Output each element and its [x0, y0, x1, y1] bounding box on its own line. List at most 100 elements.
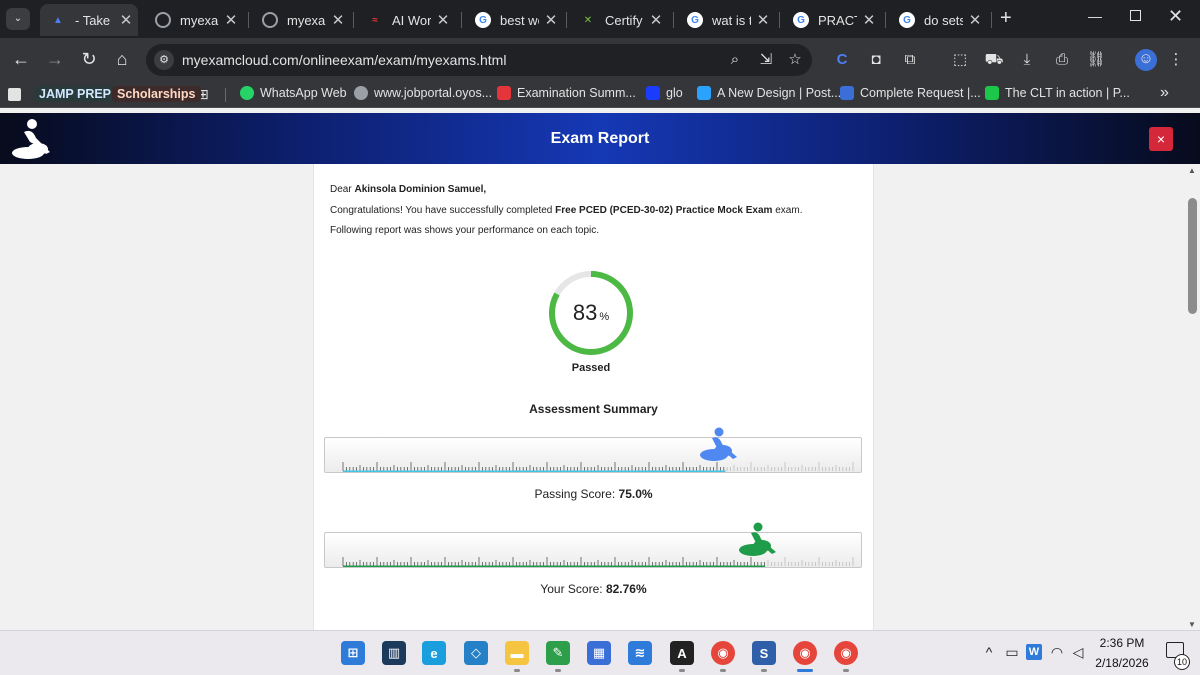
browser-tab[interactable]: G PRACTIS✕ — [783, 4, 881, 36]
tab-close-icon[interactable]: ✕ — [330, 11, 346, 29]
chrome-icon[interactable]: ◉ — [711, 641, 735, 665]
chrome-profile-icon[interactable]: ◉ — [793, 641, 817, 665]
browser-tab[interactable]: ✕ Certify ✕ — [570, 4, 668, 36]
extension-c-icon[interactable]: C — [832, 50, 852, 70]
show-hidden-icons-icon[interactable]: ^ — [981, 644, 997, 660]
restore-button[interactable] — [1130, 10, 1141, 21]
bookmark-item[interactable]: Examination Summ... — [497, 86, 636, 100]
store-icon[interactable]: ▦ — [587, 641, 611, 665]
congrats-prefix: Congratulations! You have successfully c… — [330, 205, 553, 216]
tab-separator — [673, 12, 674, 28]
greeting: Dear Akinsola Dominion Samuel, — [330, 184, 486, 195]
bookmark-favicon-icon — [985, 86, 999, 100]
tab-separator — [248, 12, 249, 28]
tab-title: wat is th — [712, 12, 751, 28]
tab-separator — [885, 12, 886, 28]
tab-title: best we — [500, 12, 539, 28]
screenshot-icon[interactable]: ⬚ — [950, 50, 970, 70]
tab-close-icon[interactable]: ✕ — [435, 11, 451, 29]
browser-tab[interactable]: myexam✕ — [145, 4, 243, 36]
more-bookmarks-button[interactable]: » — [1160, 84, 1169, 102]
tab-close-icon[interactable]: ✕ — [648, 11, 664, 29]
tab-search-button[interactable]: ⌄ — [6, 8, 30, 30]
edge-icon[interactable]: e — [422, 641, 446, 665]
back-icon[interactable]: ← — [10, 49, 32, 69]
volume-icon[interactable]: ◁ — [1070, 644, 1086, 661]
tab-title: myexam — [287, 12, 326, 28]
your-score-label: Your Score: — [540, 582, 603, 596]
profile-avatar-icon[interactable]: ☺ — [1135, 49, 1157, 71]
stack-icon[interactable]: ≋ — [628, 641, 652, 665]
bookmark-item[interactable]: Scholarships — [112, 86, 201, 102]
page-title: Exam Report — [550, 130, 650, 147]
ai-icon: ≈ — [372, 14, 378, 26]
clock-time[interactable]: 2:36 PM — [1098, 636, 1146, 650]
install-app-icon[interactable]: ⇲ — [756, 50, 776, 70]
window-close-button[interactable]: ✕ — [1168, 6, 1183, 27]
score-display: 83% — [546, 300, 636, 326]
vscode-icon[interactable]: ◇ — [464, 641, 488, 665]
tab-close-icon[interactable]: ✕ — [861, 11, 877, 29]
w-app-tray-icon[interactable]: W — [1026, 644, 1042, 660]
scroll-down-icon[interactable]: ▼ — [1188, 620, 1196, 629]
browser-tab[interactable]: ▲ - Take E✕ — [40, 4, 138, 36]
s-app-icon[interactable]: S — [752, 641, 776, 665]
bookmark-item[interactable]: glo — [646, 86, 683, 100]
download-icon[interactable]: ⤓ — [1017, 50, 1037, 70]
forward-icon[interactable]: → — [44, 49, 66, 69]
bookmark-star-icon[interactable]: ☆ — [785, 50, 805, 70]
examcloud-icon: ▲ — [53, 14, 63, 26]
tab-close-icon[interactable]: ✕ — [543, 11, 559, 29]
minimize-button[interactable]: — — [1088, 8, 1102, 24]
link-icon[interactable]: ⛓ — [1086, 50, 1106, 70]
scroll-up-icon[interactable]: ▲ — [1188, 166, 1196, 175]
reload-icon[interactable]: ↻ — [78, 49, 100, 69]
start-icon[interactable]: ⊞ — [341, 641, 365, 665]
bookmark-item[interactable]: WhatsApp Web — [240, 86, 347, 100]
site-info-icon[interactable]: ⚙ — [154, 50, 174, 70]
running-indicator — [555, 669, 561, 672]
zoom-icon[interactable]: ⌕ — [725, 50, 745, 70]
car-icon[interactable]: ⛟ — [984, 50, 1004, 70]
browser-tab[interactable]: Gdo sets ✕ — [889, 4, 987, 36]
bookmark-label: WhatsApp Web — [260, 86, 347, 100]
print-icon[interactable]: ⎙ — [1052, 50, 1072, 70]
bookmark-item[interactable]: The CLT in action | P... — [985, 86, 1130, 100]
tab-close-icon[interactable]: ✕ — [223, 11, 239, 29]
browser-tab[interactable]: Gbest we✕ — [465, 4, 563, 36]
tab-title: do sets — [924, 12, 963, 28]
menu-icon[interactable]: ⋮ — [1166, 50, 1186, 70]
bookmark-item[interactable]: Complete Request |... — [840, 86, 981, 100]
url-text[interactable]: myexamcloud.com/onlineexam/exam/myexams.… — [182, 52, 506, 68]
new-tab-button[interactable]: + — [1000, 7, 1012, 30]
bookmark-item[interactable]: www.jobportal.oyos... — [354, 86, 492, 100]
tab-close-icon[interactable]: ✕ — [755, 11, 771, 29]
extensions-icon[interactable]: ⧉ — [900, 50, 920, 70]
browser-tab[interactable]: Gwat is th✕ — [677, 4, 775, 36]
arc-icon[interactable]: A — [670, 641, 694, 665]
tab-close-icon[interactable]: ✕ — [967, 11, 983, 29]
battery-icon[interactable]: ▭ — [1004, 644, 1020, 661]
tab-close-icon[interactable]: ✕ — [118, 11, 134, 29]
clock-date[interactable]: 2/18/2026 — [1090, 656, 1154, 670]
close-report-button[interactable]: × — [1149, 127, 1173, 151]
file-explorer-icon[interactable]: ▬ — [505, 641, 529, 665]
running-indicator — [679, 669, 685, 672]
bookmark-item[interactable]: JAMP PREP — [34, 86, 117, 102]
apps-icon[interactable] — [8, 88, 21, 101]
score-value: 83 — [572, 300, 598, 325]
browser-tab[interactable]: myexam✕ — [252, 4, 350, 36]
scroll-thumb[interactable] — [1188, 198, 1197, 314]
bookmark-label: glo — [666, 86, 683, 100]
widgets-icon[interactable]: ▥ — [382, 641, 406, 665]
pass-status: Passed — [571, 362, 611, 374]
home-icon[interactable]: ⌂ — [111, 49, 133, 69]
camera-icon[interactable]: ◘ — [866, 50, 886, 70]
congrats-suffix: exam. — [775, 205, 803, 216]
browser-tab[interactable]: ≈ AI Work✕ — [357, 4, 455, 36]
sketch-app-icon[interactable]: ✎ — [546, 641, 570, 665]
chrome-profile-e-icon[interactable]: ◉ — [834, 641, 858, 665]
bookmark-favicon-icon — [354, 86, 368, 100]
wifi-icon[interactable]: ◠ — [1049, 644, 1065, 661]
bookmark-item[interactable]: A New Design | Post... — [697, 86, 841, 100]
